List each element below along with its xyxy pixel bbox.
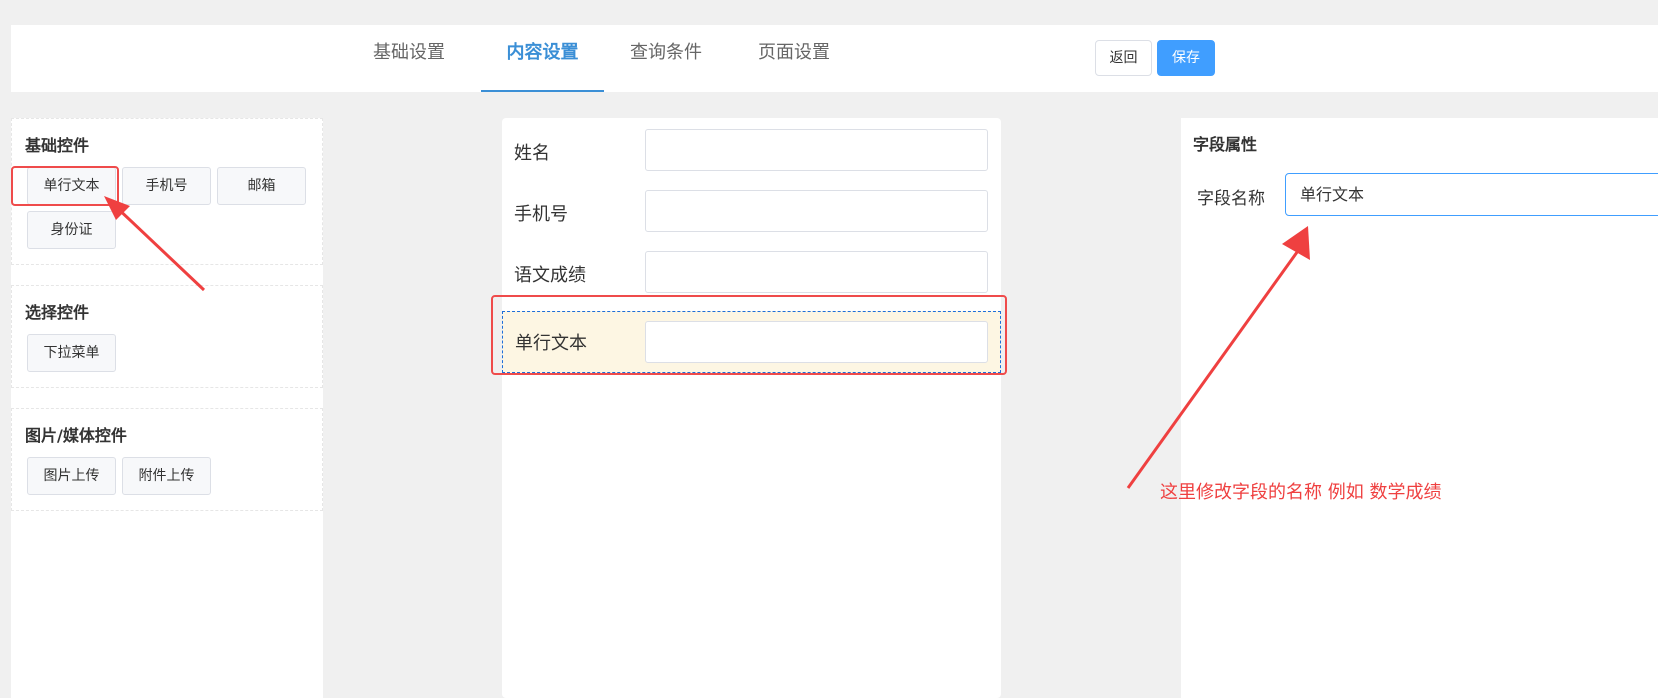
- group-title: 基础控件: [25, 136, 90, 155]
- control-palette: 基础控件 单行文本 手机号 邮箱 身份证 选择控件 下拉菜单 图片/媒体控件 图…: [11, 118, 323, 698]
- back-button[interactable]: 返回: [1095, 40, 1152, 76]
- group-media-controls: 图片/媒体控件 图片上传 附件上传: [11, 408, 323, 511]
- control-attachment-upload[interactable]: 附件上传: [122, 457, 211, 495]
- field-label-single-line-text: 单行文本: [515, 333, 587, 354]
- tab-query-conditions[interactable]: 查询条件: [623, 25, 709, 92]
- tab-page-settings[interactable]: 页面设置: [751, 25, 837, 92]
- control-email[interactable]: 邮箱: [217, 167, 306, 205]
- field-name-label: 字段名称: [1197, 189, 1265, 209]
- annotation-text: 这里修改字段的名称 例如 数学成绩: [1160, 482, 1442, 503]
- field-label-phone: 手机号: [514, 204, 568, 225]
- group-select-controls: 选择控件 下拉菜单: [11, 285, 323, 388]
- field-input-name[interactable]: [645, 129, 988, 171]
- control-id-card[interactable]: 身份证: [27, 211, 116, 249]
- field-label-chinese-score: 语文成绩: [514, 265, 586, 286]
- control-single-line-text[interactable]: 单行文本: [27, 167, 116, 205]
- save-button[interactable]: 保存: [1157, 40, 1215, 76]
- group-basic-controls: 基础控件 单行文本 手机号 邮箱 身份证: [11, 118, 323, 265]
- field-name-input[interactable]: 单行文本: [1285, 173, 1658, 216]
- properties-title: 字段属性: [1193, 135, 1258, 154]
- field-input-single-line-text[interactable]: [645, 321, 988, 363]
- tab-basic-settings[interactable]: 基础设置: [366, 25, 452, 92]
- top-bar: 基础设置 内容设置 查询条件 页面设置 返回 保存: [11, 25, 1658, 92]
- field-input-phone[interactable]: [645, 190, 988, 232]
- tab-content-settings[interactable]: 内容设置: [481, 25, 604, 92]
- selected-field-row[interactable]: 单行文本: [502, 311, 1001, 373]
- field-label-name: 姓名: [514, 143, 550, 164]
- control-image-upload[interactable]: 图片上传: [27, 457, 116, 495]
- form-canvas: 姓名 手机号 语文成绩 单行文本: [502, 118, 1001, 698]
- group-title: 选择控件: [25, 303, 90, 322]
- field-input-chinese-score[interactable]: [645, 251, 988, 293]
- control-dropdown[interactable]: 下拉菜单: [27, 334, 116, 372]
- group-title: 图片/媒体控件: [25, 426, 127, 445]
- properties-panel: 字段属性 字段名称 单行文本: [1181, 118, 1658, 698]
- control-phone[interactable]: 手机号: [122, 167, 211, 205]
